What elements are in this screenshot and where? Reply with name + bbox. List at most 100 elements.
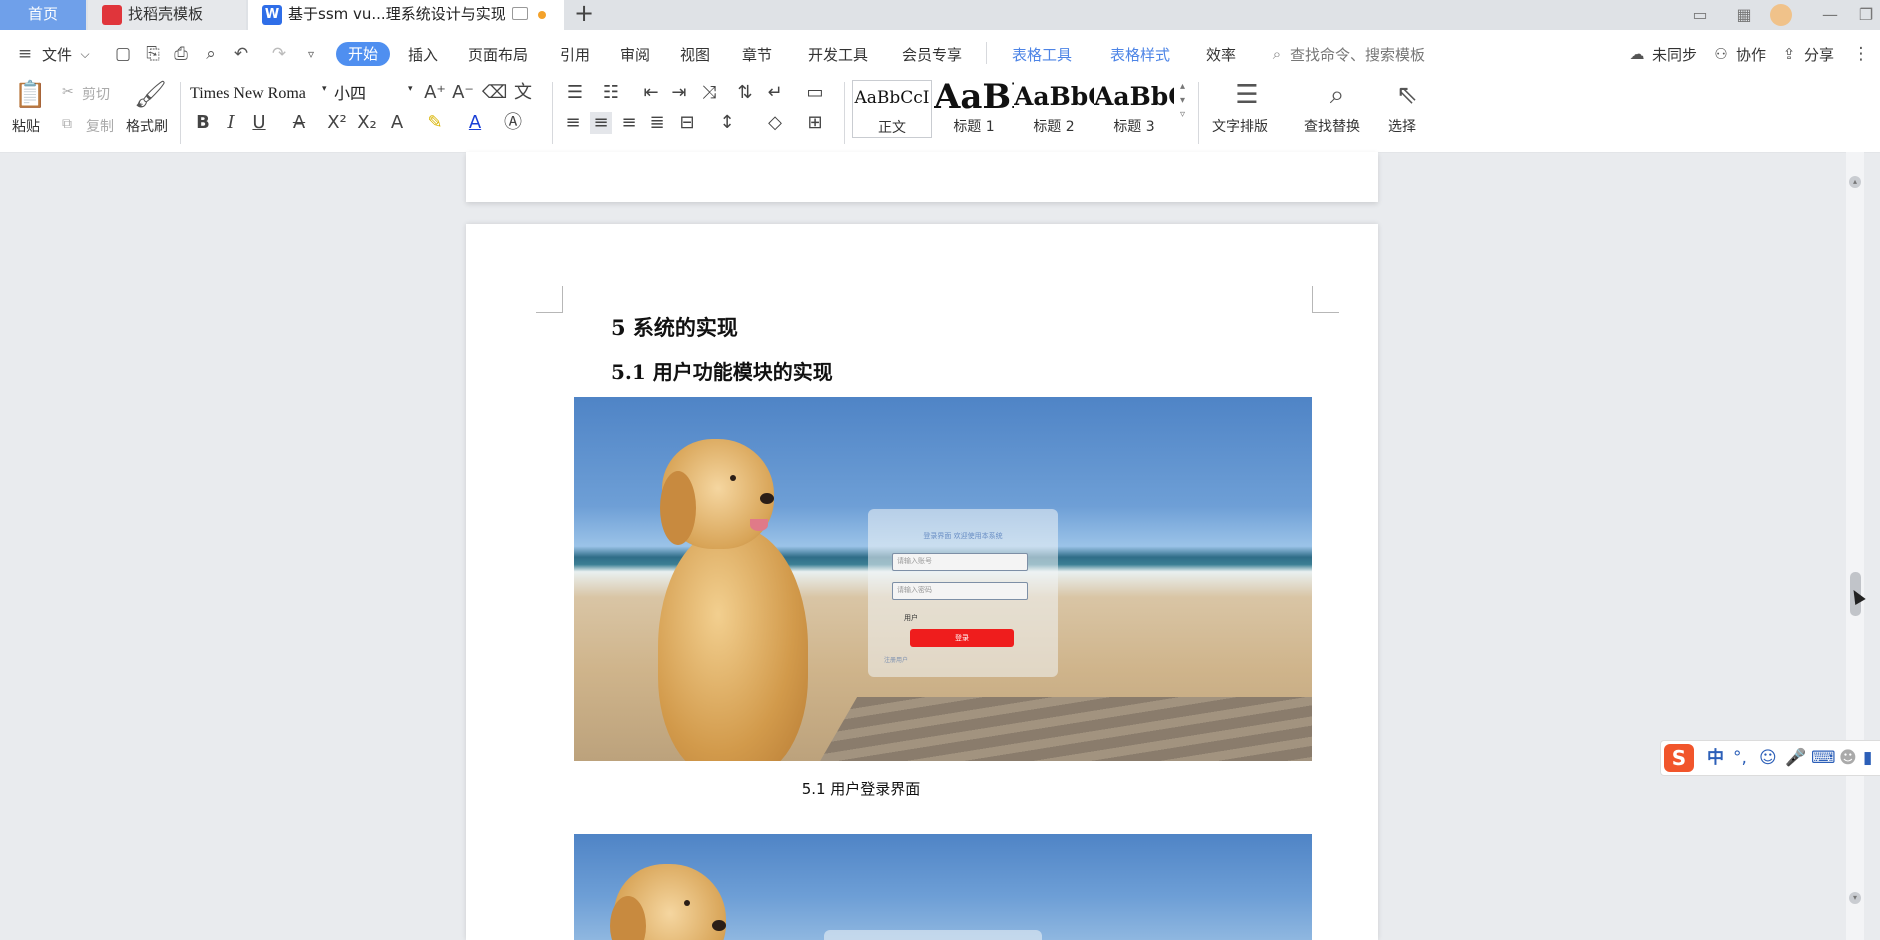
style-heading-3[interactable]: AaBbC 标题 3: [1094, 80, 1174, 138]
emoji-icon[interactable]: ☺: [1759, 747, 1777, 769]
italic-icon[interactable]: I: [220, 112, 242, 134]
subscript-icon[interactable]: X₂: [356, 112, 378, 134]
avatar[interactable]: [1770, 4, 1792, 26]
redo-icon[interactable]: ↷: [270, 45, 288, 63]
chevron-down-icon[interactable]: ▾: [322, 84, 327, 94]
export-pdf-icon[interactable]: ⎘: [144, 45, 162, 63]
menu-developer[interactable]: 开发工具: [808, 44, 868, 65]
new-tab-button[interactable]: +: [574, 0, 594, 30]
menu-start[interactable]: 开始: [336, 42, 390, 66]
bullet-list-icon[interactable]: ☰: [564, 82, 586, 104]
tab-home[interactable]: 首页: [0, 0, 86, 30]
align-center-icon[interactable]: ≡: [590, 112, 612, 134]
shading-icon[interactable]: ◇: [764, 112, 786, 134]
ime-toolbar[interactable]: S 中 °, ☺ 🎤 ⌨ ☻ ▮: [1660, 740, 1880, 776]
phonetic-icon[interactable]: 文: [512, 82, 534, 104]
select-pointer-icon[interactable]: ⇖: [1392, 80, 1422, 110]
menu-review[interactable]: 审阅: [620, 44, 650, 65]
minimize-icon[interactable]: —: [1818, 4, 1842, 26]
cut-button[interactable]: 剪切: [82, 84, 110, 104]
restore-icon[interactable]: ❐: [1854, 4, 1878, 26]
print-icon[interactable]: ⎙: [172, 45, 190, 63]
style-heading-2[interactable]: AaBbC 标题 2: [1014, 80, 1094, 138]
char-border-icon[interactable]: Ⓐ: [502, 112, 524, 134]
keyboard-icon[interactable]: ⌨: [1811, 747, 1836, 769]
customize-icon[interactable]: ▿: [302, 45, 320, 63]
menu-chapter[interactable]: 章节: [742, 44, 772, 65]
menu-table-style[interactable]: 表格样式: [1110, 44, 1170, 65]
ime-language-toggle[interactable]: 中: [1707, 747, 1724, 769]
grow-font-icon[interactable]: A⁺: [424, 82, 446, 104]
login-screenshot-image[interactable]: 登录界面 欢迎使用本系统 请输入账号 请输入密码 用户 登录 注册用户: [574, 397, 1312, 761]
command-search[interactable]: 查找命令、搜索模板: [1290, 44, 1425, 65]
tab-document[interactable]: W 基于ssm vu...理系统设计与实现: [248, 0, 564, 30]
text-layout-icon[interactable]: ☰: [1232, 80, 1262, 110]
chevron-down-icon[interactable]: ▾: [408, 84, 413, 94]
punctuation-icon[interactable]: °,: [1733, 747, 1747, 769]
select-button[interactable]: 选择: [1388, 116, 1416, 136]
chevron-down-icon[interactable]: ⌵: [76, 45, 94, 63]
print-preview-icon[interactable]: ⌕: [202, 45, 220, 63]
superscript-icon[interactable]: X²: [326, 112, 348, 134]
decrease-indent-icon[interactable]: ⇤: [640, 82, 662, 104]
ruler-icon[interactable]: ▭: [804, 82, 826, 104]
line-break-icon[interactable]: ↵: [764, 82, 786, 104]
font-color-icon[interactable]: A: [464, 112, 486, 134]
distribute-icon[interactable]: ⊟: [676, 112, 698, 134]
menu-references[interactable]: 引用: [560, 44, 590, 65]
undo-icon[interactable]: ↶: [232, 45, 250, 63]
font-name-select[interactable]: Times New Roma: [190, 82, 328, 106]
styles-scroll-icon[interactable]: ▴ ▾ ▿: [1180, 80, 1185, 122]
skin-icon[interactable]: ▮: [1863, 747, 1872, 769]
document-page[interactable]: 5 系统的实现 5.1 用户功能模块的实现 登录界面 欢迎使用本系统 请输入账号…: [466, 224, 1378, 940]
align-right-icon[interactable]: ≡: [618, 112, 640, 134]
highlight-icon[interactable]: ✎: [424, 112, 446, 134]
scroll-up-icon[interactable]: ▴: [1849, 176, 1861, 188]
find-replace-button[interactable]: 查找替换: [1304, 116, 1360, 136]
increase-indent-icon[interactable]: ⇥: [668, 82, 690, 104]
text-direction-icon[interactable]: ⤨: [698, 82, 720, 104]
menu-table-tools[interactable]: 表格工具: [1012, 44, 1072, 65]
underline-icon[interactable]: U: [248, 112, 270, 134]
text-layout-button[interactable]: 文字排版: [1212, 116, 1268, 136]
line-spacing-icon[interactable]: ↕: [716, 112, 738, 134]
shrink-font-icon[interactable]: A⁻: [452, 82, 474, 104]
microphone-icon[interactable]: 🎤: [1785, 747, 1806, 769]
justify-icon[interactable]: ≣: [646, 112, 668, 134]
style-normal[interactable]: AaBbCcI 正文: [852, 80, 932, 138]
collaborate-button[interactable]: 协作: [1736, 44, 1766, 65]
tab-daoke-templates[interactable]: 找稻壳模板: [88, 0, 246, 30]
menu-insert[interactable]: 插入: [408, 44, 438, 65]
menu-file[interactable]: 文件: [42, 44, 72, 65]
format-painter-icon[interactable]: 🖌: [134, 80, 167, 110]
sort-icon[interactable]: ⇅: [734, 82, 756, 104]
scroll-down-icon[interactable]: ▾: [1849, 892, 1861, 904]
format-painter-button[interactable]: 格式刷: [126, 116, 168, 136]
grid-icon[interactable]: ▦: [1732, 4, 1756, 26]
menu-page-layout[interactable]: 页面布局: [468, 44, 528, 65]
share-button[interactable]: 分享: [1804, 44, 1834, 65]
font-size-select[interactable]: 小四: [334, 82, 414, 106]
save-icon[interactable]: ▢: [114, 45, 132, 63]
paste-icon[interactable]: 📋: [14, 80, 46, 110]
vertical-scrollbar[interactable]: ▴ ▾: [1846, 152, 1864, 940]
menu-member[interactable]: 会员专享: [902, 44, 962, 65]
unsynced-status[interactable]: 未同步: [1652, 44, 1697, 65]
menu-view[interactable]: 视图: [680, 44, 710, 65]
paste-button[interactable]: 粘贴: [12, 116, 40, 136]
text-effect-icon[interactable]: A: [386, 112, 408, 134]
align-left-icon[interactable]: ≡: [562, 112, 584, 134]
bold-icon[interactable]: B: [192, 112, 214, 134]
strikethrough-icon[interactable]: A: [288, 112, 310, 134]
more-icon[interactable]: ⋮: [1852, 45, 1870, 63]
borders-icon[interactable]: ⊞: [804, 112, 826, 134]
second-screenshot-image[interactable]: [574, 834, 1312, 940]
account-icon[interactable]: ☻: [1839, 747, 1857, 769]
clear-format-icon[interactable]: ⌫: [482, 82, 507, 104]
find-replace-icon[interactable]: ⌕: [1322, 80, 1352, 110]
style-heading-1[interactable]: AaBl 标题 1: [934, 80, 1014, 138]
layout-icon[interactable]: ▭: [1688, 4, 1712, 26]
hamburger-icon[interactable]: ≡: [16, 45, 34, 63]
menu-efficiency[interactable]: 效率: [1206, 44, 1236, 65]
numbered-list-icon[interactable]: ☷: [600, 82, 622, 104]
